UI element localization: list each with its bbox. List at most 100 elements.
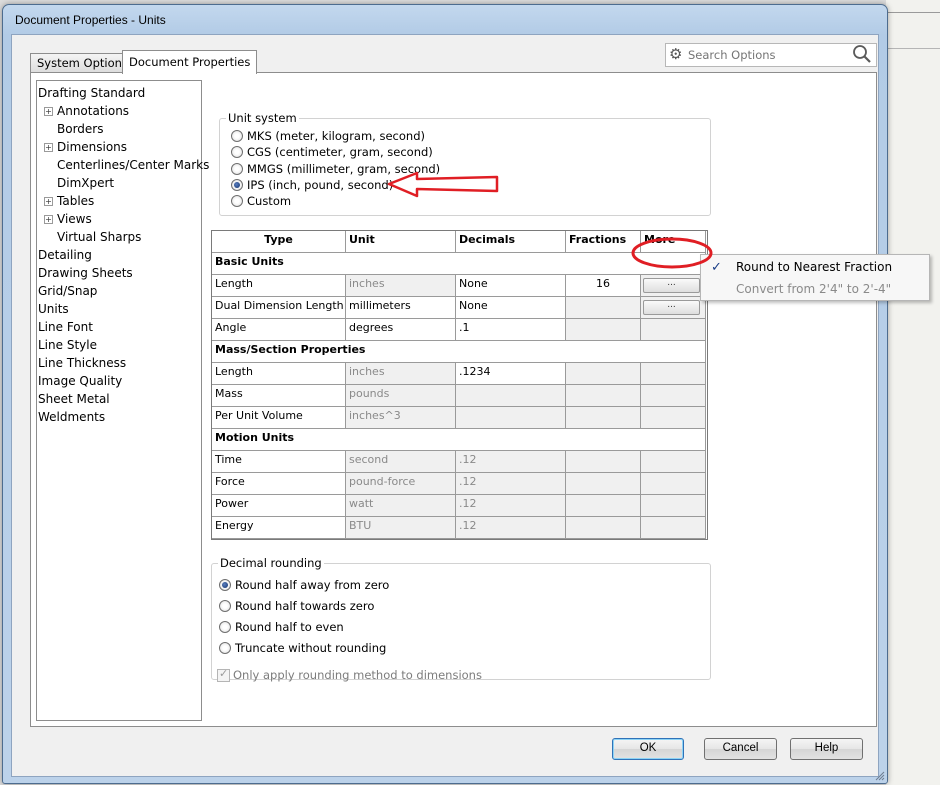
menu-item-round-nearest-fraction[interactable]: Round to Nearest Fraction	[736, 260, 892, 274]
table-cell-decimals: .12	[456, 451, 566, 473]
search-icon[interactable]	[852, 44, 872, 64]
units-table: Type Unit Decimals Fractions More Basic Units…	[211, 230, 708, 540]
tree-item-line-thickness[interactable]: Line Thickness	[38, 354, 126, 372]
tree-item-image-quality[interactable]: Image Quality	[38, 372, 122, 390]
column-header-decimals: Decimals	[456, 231, 566, 253]
radio-label: Truncate without rounding	[235, 641, 387, 655]
table-cell-unit[interactable]: degrees	[346, 319, 456, 341]
table-cell-unit: pound-force	[346, 473, 456, 495]
table-cell-decimals[interactable]: .1234	[456, 363, 566, 385]
cancel-button[interactable]: Cancel	[704, 738, 777, 760]
table-cell-type: Time	[212, 451, 346, 473]
table-cell-more: ...	[641, 297, 706, 319]
tree-item-line-style[interactable]: Line Style	[38, 336, 97, 354]
expand-icon[interactable]: +	[44, 197, 53, 206]
tree-item-borders[interactable]: Borders	[57, 120, 103, 138]
table-cell-type: Dual Dimension Length	[212, 297, 346, 319]
table-cell-type: Length	[212, 363, 346, 385]
radio-label: Custom	[247, 194, 292, 209]
tree-item-grid-snap[interactable]: Grid/Snap	[38, 282, 97, 300]
table-cell-fractions	[566, 319, 641, 341]
annotation-arrow	[387, 171, 499, 198]
search-options[interactable]: ⚙	[665, 43, 877, 67]
radio-button[interactable]	[219, 642, 231, 654]
annotation-circle	[631, 237, 713, 269]
table-cell-type: Force	[212, 473, 346, 495]
help-button[interactable]: Help	[790, 738, 863, 760]
document-properties-dialog: Document Properties - Units System Optio…	[2, 4, 888, 784]
tree-item-dimxpert[interactable]: DimXpert	[57, 174, 114, 192]
table-cell-fractions	[566, 407, 641, 429]
radio-label: Round half towards zero	[235, 599, 375, 613]
table-cell-more: ...	[641, 275, 706, 297]
table-cell-unit[interactable]: millimeters	[346, 297, 456, 319]
table-section-header: Mass/Section Properties	[212, 341, 706, 363]
dialog-title: Document Properties - Units	[15, 13, 166, 27]
gear-icon[interactable]: ⚙	[669, 45, 682, 63]
tree-item-annotations[interactable]: Annotations	[57, 102, 129, 120]
table-cell-fractions[interactable]: 16	[566, 275, 641, 297]
table-cell-unit: watt	[346, 495, 456, 517]
table-cell-decimals: .12	[456, 495, 566, 517]
more-options-button[interactable]: ...	[643, 278, 700, 293]
expand-icon[interactable]: +	[44, 107, 53, 116]
table-cell-more	[641, 319, 706, 341]
tree-item-units[interactable]: Units	[38, 300, 69, 318]
table-cell-unit: second	[346, 451, 456, 473]
radio-button[interactable]	[231, 130, 243, 142]
more-options-menu: ✓ Round to Nearest Fraction Convert from…	[700, 254, 930, 301]
tree-item-drafting-standard[interactable]: Drafting Standard	[38, 84, 145, 102]
table-cell-unit: BTU	[346, 517, 456, 539]
table-cell-more	[641, 385, 706, 407]
table-cell-decimals[interactable]: None	[456, 275, 566, 297]
radio-label: IPS (inch, pound, second)	[247, 177, 394, 192]
table-cell-more	[641, 363, 706, 385]
ok-button[interactable]: OK	[612, 738, 684, 760]
radio-label: Round half away from zero	[235, 578, 390, 592]
expand-icon[interactable]: +	[44, 215, 53, 224]
radio-label: CGS (centimeter, gram, second)	[247, 145, 433, 160]
checkmark-icon: ✓	[219, 667, 229, 680]
table-cell-type: Per Unit Volume	[212, 407, 346, 429]
radio-button[interactable]	[219, 579, 231, 591]
table-cell-unit: inches^3	[346, 407, 456, 429]
tree-item-virtual-sharps[interactable]: Virtual Sharps	[57, 228, 141, 246]
tree-item-centerlines-center-marks[interactable]: Centerlines/Center Marks	[57, 156, 209, 174]
background-window	[886, 0, 940, 785]
table-cell-fractions	[566, 451, 641, 473]
radio-button[interactable]	[219, 621, 231, 633]
radio-button[interactable]	[231, 178, 243, 191]
menu-item-convert-feet-inches[interactable]: Convert from 2'4" to 2'-4"	[736, 282, 891, 296]
tree-item-tables[interactable]: Tables	[57, 192, 94, 210]
apply-rounding-checkbox[interactable]: ✓	[217, 667, 230, 682]
search-input[interactable]	[686, 46, 850, 64]
expand-icon[interactable]: +	[44, 143, 53, 152]
tree-item-dimensions[interactable]: Dimensions	[57, 138, 127, 156]
table-cell-more	[641, 407, 706, 429]
table-cell-more	[641, 473, 706, 495]
tree-item-weldments[interactable]: Weldments	[38, 408, 105, 426]
table-cell-decimals[interactable]: .1	[456, 319, 566, 341]
tree-item-line-font[interactable]: Line Font	[38, 318, 93, 336]
resize-grip-icon[interactable]	[875, 771, 885, 781]
tab-system-options[interactable]: System Options	[30, 53, 135, 73]
table-cell-decimals[interactable]: None	[456, 297, 566, 319]
tree-item-drawing-sheets[interactable]: Drawing Sheets	[38, 264, 133, 282]
table-cell-decimals: .12	[456, 517, 566, 539]
tree-item-detailing[interactable]: Detailing	[38, 246, 92, 264]
radio-button[interactable]	[231, 195, 243, 208]
radio-button[interactable]	[231, 162, 243, 175]
radio-button[interactable]	[219, 600, 231, 612]
tab-document-properties[interactable]: Document Properties	[122, 50, 258, 74]
table-cell-type: Length	[212, 275, 346, 297]
table-cell-more	[641, 451, 706, 473]
table-cell-more	[641, 495, 706, 517]
table-cell-fractions	[566, 495, 641, 517]
radio-button[interactable]	[231, 146, 243, 159]
tree-item-views[interactable]: Views	[57, 210, 92, 228]
radio-label: Round half to even	[235, 620, 344, 634]
table-cell-fractions	[566, 473, 641, 495]
more-options-button[interactable]: ...	[643, 300, 700, 315]
table-cell-decimals: .12	[456, 473, 566, 495]
tree-item-sheet-metal[interactable]: Sheet Metal	[38, 390, 110, 408]
